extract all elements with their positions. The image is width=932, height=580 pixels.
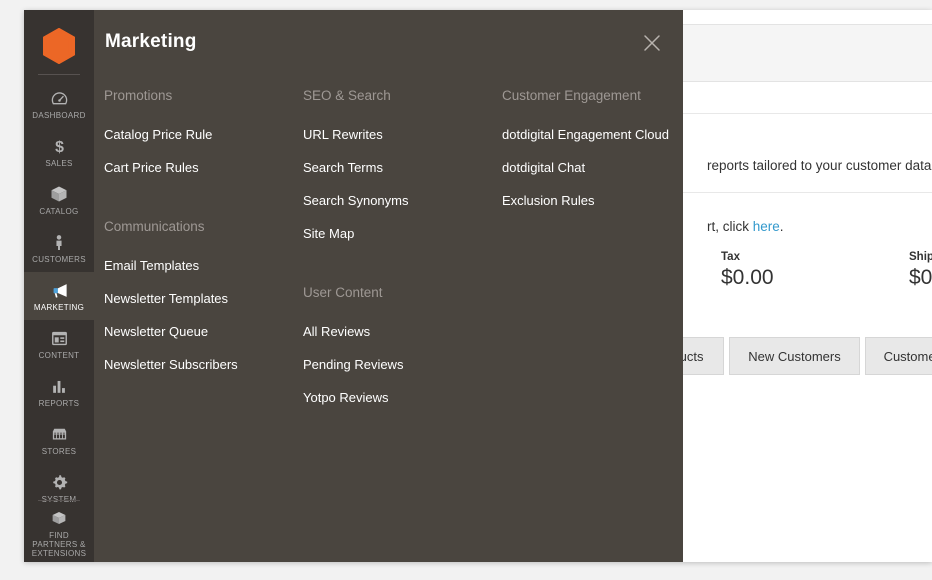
menu-group-seo-search: SEO & Search URL Rewrites Search Terms S… <box>303 88 493 242</box>
menu-group-user-content-title: User Content <box>303 285 383 300</box>
package-icon <box>49 508 69 528</box>
dashboard-description-label: reports tailored to your customer data. <box>707 158 932 173</box>
menu-item-yotpo-reviews[interactable]: Yotpo Reviews <box>303 390 493 406</box>
sidebar-item-customers[interactable]: CUSTOMERS <box>24 224 94 272</box>
menu-group-user-content: User Content All Reviews Pending Reviews… <box>303 285 493 406</box>
menu-item-catalog-price-rule[interactable]: Catalog Price Rule <box>104 127 294 143</box>
marketing-mega-menu-panel: Marketing Promotions Catalog Price Rule … <box>94 10 683 562</box>
sidebar-item-stores[interactable]: STORES <box>24 416 94 464</box>
menu-item-email-templates[interactable]: Email Templates <box>104 258 294 274</box>
menu-group-customer-engagement: Customer Engagement dotdigital Engagemen… <box>502 88 692 209</box>
stat-shipping: Shipping $0.00 <box>909 250 932 291</box>
stat-tax-value: $0.00 <box>721 266 774 289</box>
link-suffix-text: . <box>779 219 784 234</box>
sidebar-item-catalog[interactable]: CATALOG <box>24 176 94 224</box>
menu-column-2: SEO & Search URL Rewrites Search Terms S… <box>303 88 493 423</box>
menu-item-newsletter-queue[interactable]: Newsletter Queue <box>104 324 294 340</box>
sidebar-item-dashboard[interactable]: DASHBOARD <box>24 80 94 128</box>
menu-item-newsletter-subscribers[interactable]: Newsletter Subscribers <box>104 357 294 373</box>
sidebar-item-sales[interactable]: $ SALES <box>24 128 94 176</box>
sidebar-item-customers-label: CUSTOMERS <box>32 255 86 264</box>
magento-logo[interactable] <box>24 22 94 70</box>
sidebar-item-sales-label: SALES <box>45 159 73 168</box>
menu-item-dotdigital-engagement-cloud[interactable]: dotdigital Engagement Cloud <box>502 127 692 143</box>
sidebar-item-marketing[interactable]: MARKETING <box>24 272 94 320</box>
menu-item-all-reviews[interactable]: All Reviews <box>303 324 493 340</box>
admin-sidebar: DASHBOARD $ SALES CATALOG CUSTOMERS MARK… <box>24 10 94 562</box>
menu-column-1: Promotions Catalog Price Rule Cart Price… <box>104 88 294 390</box>
menu-item-newsletter-templates[interactable]: Newsletter Templates <box>104 291 294 307</box>
menu-item-site-map[interactable]: Site Map <box>303 226 493 242</box>
screen: reports tailored to your customer data. … <box>0 0 932 580</box>
menu-group-promotions: Promotions Catalog Price Rule Cart Price… <box>104 88 294 176</box>
menu-group-communications: Communications Email Templates Newslette… <box>104 219 294 373</box>
gear-icon <box>50 472 69 492</box>
menu-item-search-synonyms[interactable]: Search Synonyms <box>303 193 493 209</box>
menu-column-3: Customer Engagement dotdigital Engagemen… <box>502 88 692 226</box>
sidebar-item-catalog-label: CATALOG <box>39 207 79 216</box>
stat-tax: Tax $0.00 <box>721 250 774 291</box>
menu-group-promotions-title: Promotions <box>104 88 173 103</box>
tab-new-customers[interactable]: New Customers <box>729 337 860 375</box>
sidebar-item-dashboard-label: DASHBOARD <box>32 111 86 120</box>
sidebar-item-find-partners-extensions[interactable]: FIND PARTNERS & EXTENSIONS <box>24 507 94 559</box>
stat-shipping-label: Shipping <box>909 251 932 263</box>
dashboard-icon <box>50 88 69 108</box>
sidebar-item-system[interactable]: SYSTEM <box>24 464 94 512</box>
menu-group-customer-engagement-title: Customer Engagement <box>502 88 641 103</box>
logo-divider <box>38 74 80 75</box>
stat-tax-label: Tax <box>721 251 740 263</box>
sidebar-item-marketing-label: MARKETING <box>33 303 85 312</box>
menu-item-cart-price-rules[interactable]: Cart Price Rules <box>104 160 294 176</box>
sidebar-item-content-label: CONTENT <box>38 351 80 360</box>
menu-item-search-terms[interactable]: Search Terms <box>303 160 493 176</box>
dollar-icon: $ <box>50 136 69 156</box>
tab-customers[interactable]: Customers <box>865 337 932 375</box>
sidebar-item-stores-label: STORES <box>41 447 77 456</box>
close-icon[interactable] <box>641 32 663 54</box>
storefront-icon <box>49 424 70 444</box>
bar-chart-icon <box>50 376 69 396</box>
page-title: Marketing <box>105 31 197 52</box>
box-icon <box>49 184 69 204</box>
layout-icon <box>50 328 69 348</box>
sidebar-divider <box>38 500 80 501</box>
megaphone-icon <box>49 280 70 300</box>
menu-item-url-rewrites[interactable]: URL Rewrites <box>303 127 493 143</box>
sidebar-item-reports-label: REPORTS <box>38 399 80 408</box>
menu-item-pending-reviews[interactable]: Pending Reviews <box>303 357 493 373</box>
menu-group-communications-title: Communications <box>104 219 205 234</box>
menu-columns: Promotions Catalog Price Rule Cart Price… <box>94 88 683 562</box>
sidebar-item-reports[interactable]: REPORTS <box>24 368 94 416</box>
svg-text:$: $ <box>55 139 64 156</box>
sidebar-item-find-partners-extensions-label: FIND PARTNERS & EXTENSIONS <box>31 531 87 558</box>
here-link[interactable]: here <box>753 219 780 234</box>
tab-new-customers-label: New Customers <box>748 348 841 364</box>
menu-group-seo-search-title: SEO & Search <box>303 88 391 103</box>
menu-item-dotdigital-chat[interactable]: dotdigital Chat <box>502 160 692 176</box>
link-prefix-text: rt, click <box>707 219 753 234</box>
person-icon <box>50 232 68 252</box>
menu-item-exclusion-rules[interactable]: Exclusion Rules <box>502 193 692 209</box>
sidebar-item-content[interactable]: CONTENT <box>24 320 94 368</box>
tab-customers-label: Customers <box>883 348 932 364</box>
stat-shipping-value: $0.00 <box>909 266 932 289</box>
